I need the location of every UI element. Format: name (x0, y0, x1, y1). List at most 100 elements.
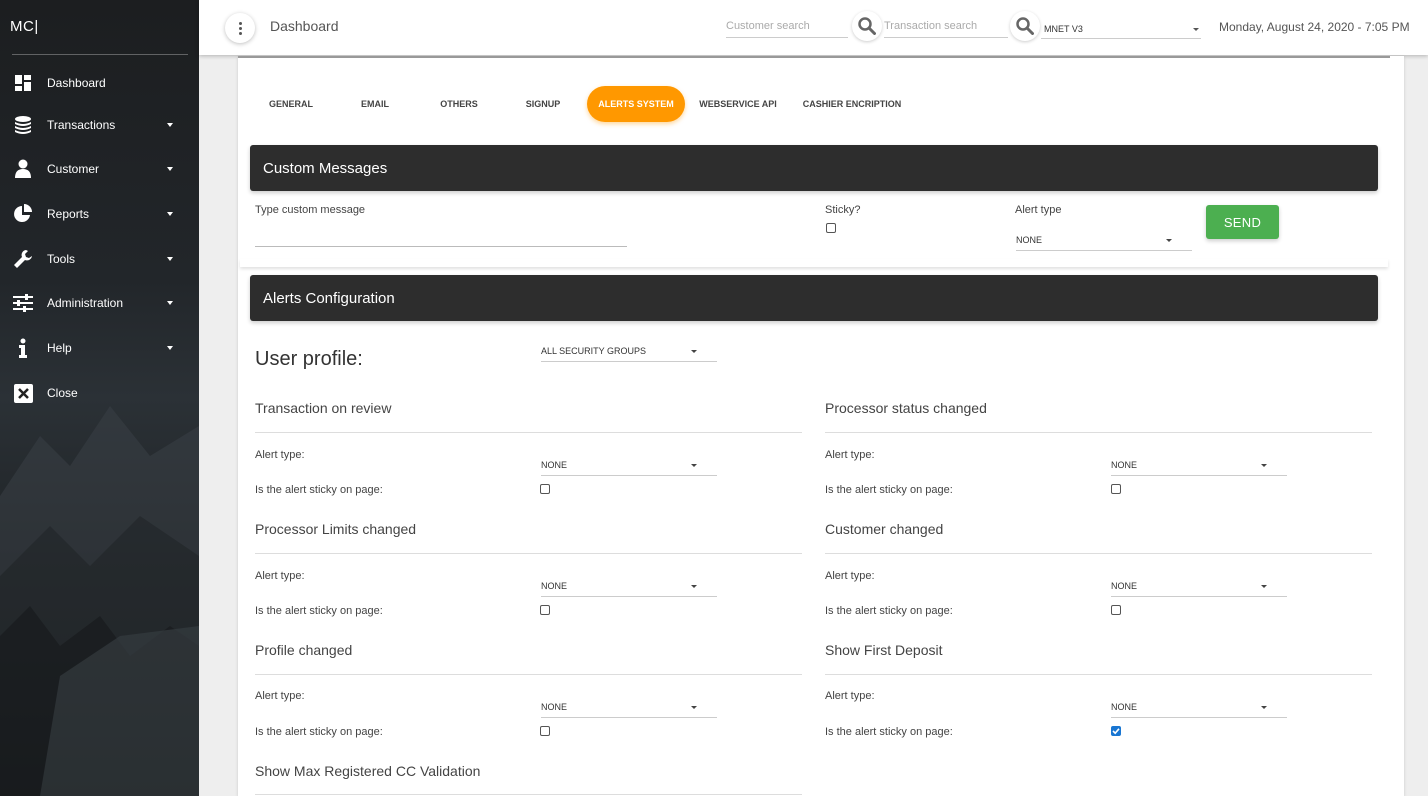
sidebar-item-label: Customer (47, 162, 100, 176)
chevron-down-icon (167, 123, 173, 127)
site-select[interactable]: MNET V3 (1041, 19, 1201, 39)
custom-message-input[interactable] (255, 224, 627, 247)
processor-limits-alert-select[interactable]: NONE (541, 577, 717, 597)
sidebar-item-label: Close (47, 386, 78, 400)
send-button[interactable]: SEND (1206, 205, 1279, 239)
chevron-down-icon (167, 167, 173, 171)
section-divider (825, 553, 1372, 554)
select-value: NONE (1111, 702, 1138, 712)
settings-card: GENERAL EMAIL OTHERS SIGNUP ALERTS SYSTE… (238, 56, 1404, 796)
alert-type-label: Alert type: (825, 570, 875, 582)
sidebar-item-close[interactable]: Close (0, 375, 199, 411)
processor-limits-sticky-checkbox[interactable] (540, 605, 550, 615)
site-select-value: MNET V3 (1044, 24, 1083, 34)
first-deposit-sticky-checkbox[interactable] (1111, 726, 1121, 736)
section-divider (255, 553, 802, 554)
close-box-icon (12, 382, 34, 404)
transaction-search-input[interactable] (884, 14, 1008, 38)
sidebar: MC| Dashboard Transactions Customer Repo… (0, 0, 199, 796)
chevron-down-icon (167, 212, 173, 216)
sidebar-item-tools[interactable]: Tools (0, 241, 199, 277)
chevron-down-icon (167, 301, 173, 305)
sticky-label: Is the alert sticky on page: (825, 726, 953, 738)
info-icon (12, 337, 34, 359)
tab-general[interactable]: GENERAL (256, 86, 326, 122)
chevron-down-icon (167, 346, 173, 350)
transaction-search-button[interactable] (1010, 11, 1040, 41)
chevron-down-icon (1261, 585, 1267, 588)
customer-search-button[interactable] (852, 11, 882, 41)
alert-type-label: Alert type: (825, 449, 875, 461)
tab-webservice-api[interactable]: WEBSERVICE API (693, 86, 783, 122)
section-divider (255, 432, 802, 433)
sidebar-item-dashboard[interactable]: Dashboard (0, 65, 199, 101)
transaction-review-alert-select[interactable]: NONE (541, 456, 717, 476)
tab-cashier-encription[interactable]: CASHIER ENCRIPTION (796, 86, 908, 122)
custom-message-label: Type custom message (255, 204, 366, 216)
customer-changed-alert-select[interactable]: NONE (1111, 577, 1287, 597)
chevron-down-icon (1261, 464, 1267, 467)
select-value: NONE (1111, 581, 1138, 591)
tab-alerts-system[interactable]: ALERTS SYSTEM (587, 86, 685, 122)
processor-status-sticky-checkbox[interactable] (1111, 484, 1121, 494)
sidebar-item-label: Transactions (47, 118, 116, 132)
panel-shadow (240, 259, 1388, 267)
sticky-label: Sticky? (825, 204, 861, 216)
tab-signup[interactable]: SIGNUP (508, 86, 578, 122)
sticky-label: Is the alert sticky on page: (255, 605, 383, 617)
sidebar-item-label: Tools (47, 252, 76, 266)
current-datetime: Monday, August 24, 2020 - 7:05 PM (1219, 20, 1410, 34)
customer-search-input[interactable] (726, 14, 848, 38)
transaction-review-sticky-checkbox[interactable] (540, 484, 550, 494)
profile-changed-sticky-checkbox[interactable] (540, 726, 550, 736)
wrench-icon (12, 248, 34, 270)
sticky-checkbox[interactable] (826, 223, 836, 233)
section-title: Profile changed (255, 642, 353, 658)
section-divider (255, 794, 802, 795)
section-divider (825, 674, 1372, 675)
section-title: Customer changed (825, 521, 944, 537)
sidebar-background-image (0, 406, 199, 796)
more-vert-button[interactable] (225, 13, 255, 43)
sliders-icon (12, 292, 34, 314)
chevron-down-icon (691, 585, 697, 588)
chevron-down-icon (691, 464, 697, 467)
chevron-down-icon (167, 257, 173, 261)
section-title: Processor Limits changed (255, 521, 417, 537)
section-divider (255, 674, 802, 675)
profile-changed-alert-select[interactable]: NONE (541, 698, 717, 718)
section-title: Transaction on review (255, 400, 392, 416)
app-logo: MC| (10, 18, 39, 35)
sidebar-item-label: Administration (47, 296, 124, 310)
first-deposit-alert-select[interactable]: NONE (1111, 698, 1287, 718)
sidebar-item-help[interactable]: Help (0, 330, 199, 366)
alert-type-label: Alert type: (825, 690, 875, 702)
checkmark-icon (1112, 728, 1120, 735)
user-profile-select[interactable]: ALL SECURITY GROUPS (541, 342, 717, 362)
select-value: NONE (1111, 460, 1138, 470)
custom-alert-type-select[interactable]: NONE (1016, 231, 1192, 251)
chevron-down-icon (1166, 239, 1172, 242)
alert-type-label: Alert type: (255, 570, 305, 582)
alerts-configuration-header: Alerts Configuration (250, 275, 1378, 321)
search-icon (1016, 17, 1034, 35)
processor-status-alert-select[interactable]: NONE (1111, 456, 1287, 476)
sticky-label: Is the alert sticky on page: (255, 484, 383, 496)
alert-type-label: Alert type: (255, 449, 305, 461)
select-value: ALL SECURITY GROUPS (541, 346, 647, 356)
sidebar-item-label: Help (47, 341, 72, 355)
select-value: NONE (541, 702, 568, 712)
tab-email[interactable]: EMAIL (340, 86, 410, 122)
customer-changed-sticky-checkbox[interactable] (1111, 605, 1121, 615)
tab-others[interactable]: OTHERS (424, 86, 494, 122)
sidebar-item-transactions[interactable]: Transactions (0, 107, 199, 143)
section-divider (825, 432, 1372, 433)
section-title: Processor status changed (825, 400, 987, 416)
chevron-down-icon (1261, 706, 1267, 709)
chevron-down-icon (691, 706, 697, 709)
sidebar-item-customer[interactable]: Customer (0, 151, 199, 187)
alert-type-label: Alert type: (255, 690, 305, 702)
sidebar-item-reports[interactable]: Reports (0, 196, 199, 232)
chevron-down-icon (1193, 28, 1199, 31)
sidebar-item-administration[interactable]: Administration (0, 285, 199, 321)
